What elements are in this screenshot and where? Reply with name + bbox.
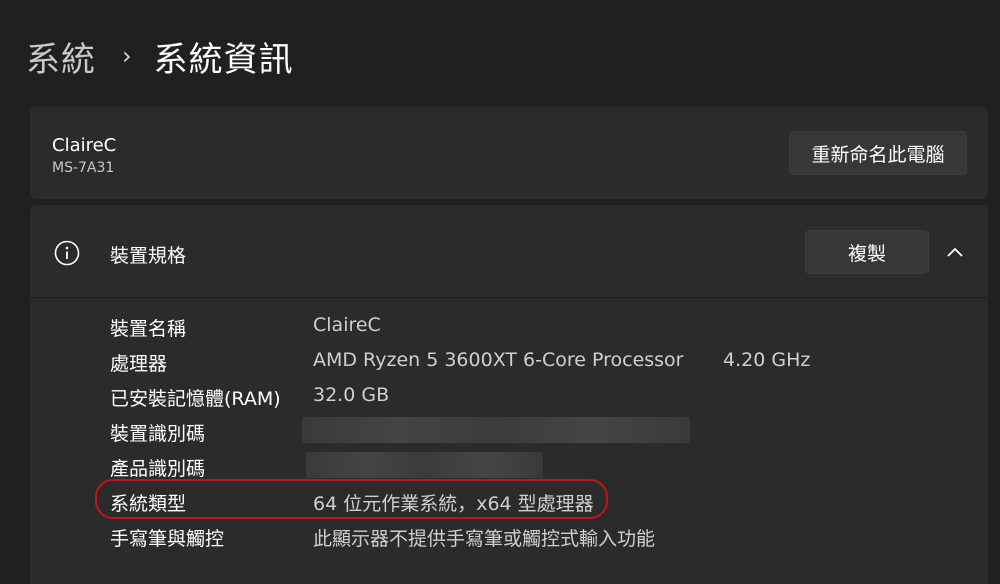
device-name: ClaireC — [52, 135, 117, 156]
spec-label: 產品識別碼 — [110, 458, 206, 480]
breadcrumb-parent[interactable]: 系統 — [26, 32, 96, 81]
copy-button[interactable]: 複製 — [805, 230, 929, 274]
info-icon — [54, 240, 80, 266]
highlight-annotation — [95, 479, 608, 519]
spec-label: 裝置名稱 — [110, 318, 187, 340]
chevron-up-icon[interactable] — [942, 239, 968, 265]
spec-label: 處理器 — [110, 353, 168, 375]
spec-label: 裝置識別碼 — [110, 423, 206, 445]
spec-value-speed: 4.20 GHz — [723, 349, 811, 371]
page-title: 系統資訊 — [153, 39, 294, 80]
spec-row-product-id: 產品識別碼 — [30, 448, 988, 483]
rename-pc-button[interactable]: 重新命名此電腦 — [789, 131, 967, 175]
device-specs-header[interactable]: 裝置規格 複製 — [30, 205, 988, 298]
next-card-edge — [30, 572, 988, 584]
redacted-value — [306, 452, 543, 478]
device-name-card: ClaireC MS-7A31 重新命名此電腦 — [30, 107, 988, 199]
spec-label: 手寫筆與觸控 — [110, 528, 225, 550]
device-specs-title: 裝置規格 — [110, 245, 187, 267]
breadcrumb-separator-icon: › — [122, 42, 132, 70]
breadcrumb: 系統 › 系統資訊 — [26, 28, 294, 84]
spec-row-device-id: 裝置識別碼 — [30, 413, 988, 448]
spec-label: 已安裝記憶體(RAM) — [110, 388, 281, 410]
spec-value: 此顯示器不提供手寫筆或觸控式輸入功能 — [313, 528, 656, 550]
spec-value: ClaireC — [313, 314, 381, 336]
redacted-value — [302, 417, 690, 443]
spec-value: AMD Ryzen 5 3600XT 6-Core Processor — [313, 349, 684, 371]
spec-row-device-name: 裝置名稱 ClaireC — [30, 308, 988, 343]
device-model: MS-7A31 — [52, 160, 115, 176]
spec-row-processor: 處理器 AMD Ryzen 5 3600XT 6-Core Processor … — [30, 343, 988, 378]
spec-row-ram: 已安裝記憶體(RAM) 32.0 GB — [30, 378, 988, 413]
spec-value: 32.0 GB — [313, 384, 390, 406]
spec-row-pen-touch: 手寫筆與觸控 此顯示器不提供手寫筆或觸控式輸入功能 — [30, 518, 988, 553]
device-specs-card: 裝置規格 複製 裝置名稱 ClaireC 處理器 AMD Ryzen 5 360… — [30, 205, 988, 584]
